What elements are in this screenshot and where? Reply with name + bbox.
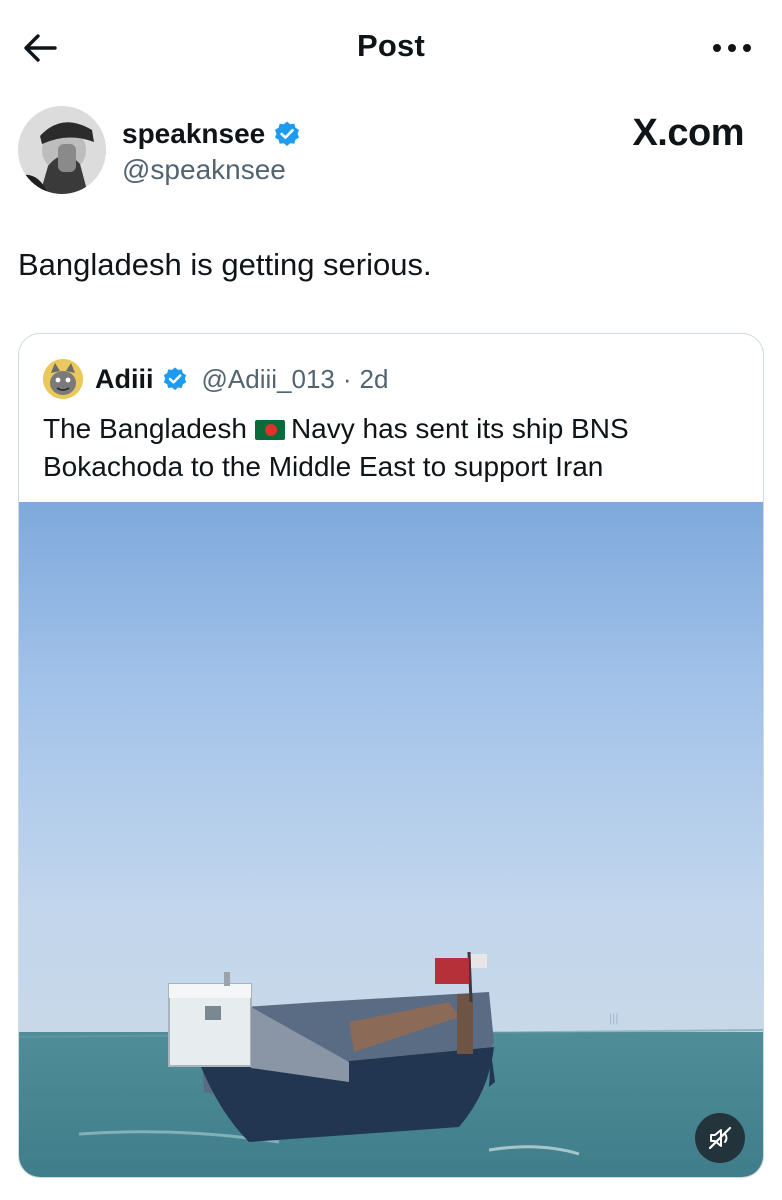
- more-options-button[interactable]: [704, 28, 760, 68]
- author-avatar[interactable]: [18, 106, 106, 194]
- quoted-author-handle[interactable]: @Adiii_013: [202, 364, 335, 395]
- video-frame: |||: [19, 502, 763, 1177]
- video-media[interactable]: |||: [19, 502, 763, 1177]
- quoted-post-time[interactable]: 2d: [360, 364, 389, 395]
- author-handle[interactable]: @speaknsee: [122, 154, 286, 186]
- page-title: Post: [357, 28, 425, 63]
- meta-separator: ·: [342, 363, 352, 394]
- quoted-text-start: The Bangladesh: [43, 413, 247, 444]
- verified-badge-icon: [163, 367, 186, 391]
- quoted-author-avatar[interactable]: [43, 359, 83, 399]
- quoted-post[interactable]: Adiii @Adiii_013 · 2d The Bangladesh Navy…: [18, 333, 764, 1178]
- quoted-post-header: Adiii @Adiii_013 · 2d: [43, 358, 388, 400]
- author-name-line: speaknsee: [122, 118, 301, 150]
- mute-toggle-button[interactable]: [695, 1113, 745, 1163]
- post-author: speaknsee @speaknsee X.com: [18, 104, 764, 200]
- bangladesh-flag-icon: [254, 420, 285, 440]
- quoted-post-text: The Bangladesh Navy has sent its ship BNS…: [43, 410, 743, 486]
- x-com-brand: X.com: [632, 112, 744, 154]
- volume-muted-icon: [708, 1126, 732, 1150]
- post-text: Bangladesh is getting serious.: [18, 247, 432, 282]
- author-name[interactable]: speaknsee: [122, 118, 265, 150]
- top-bar: Post: [0, 0, 782, 96]
- more-horizontal-icon: [713, 44, 751, 52]
- svg-text:|||: |||: [609, 1011, 618, 1025]
- quoted-author-name[interactable]: Adiii: [95, 364, 154, 395]
- verified-badge-icon: [275, 121, 300, 146]
